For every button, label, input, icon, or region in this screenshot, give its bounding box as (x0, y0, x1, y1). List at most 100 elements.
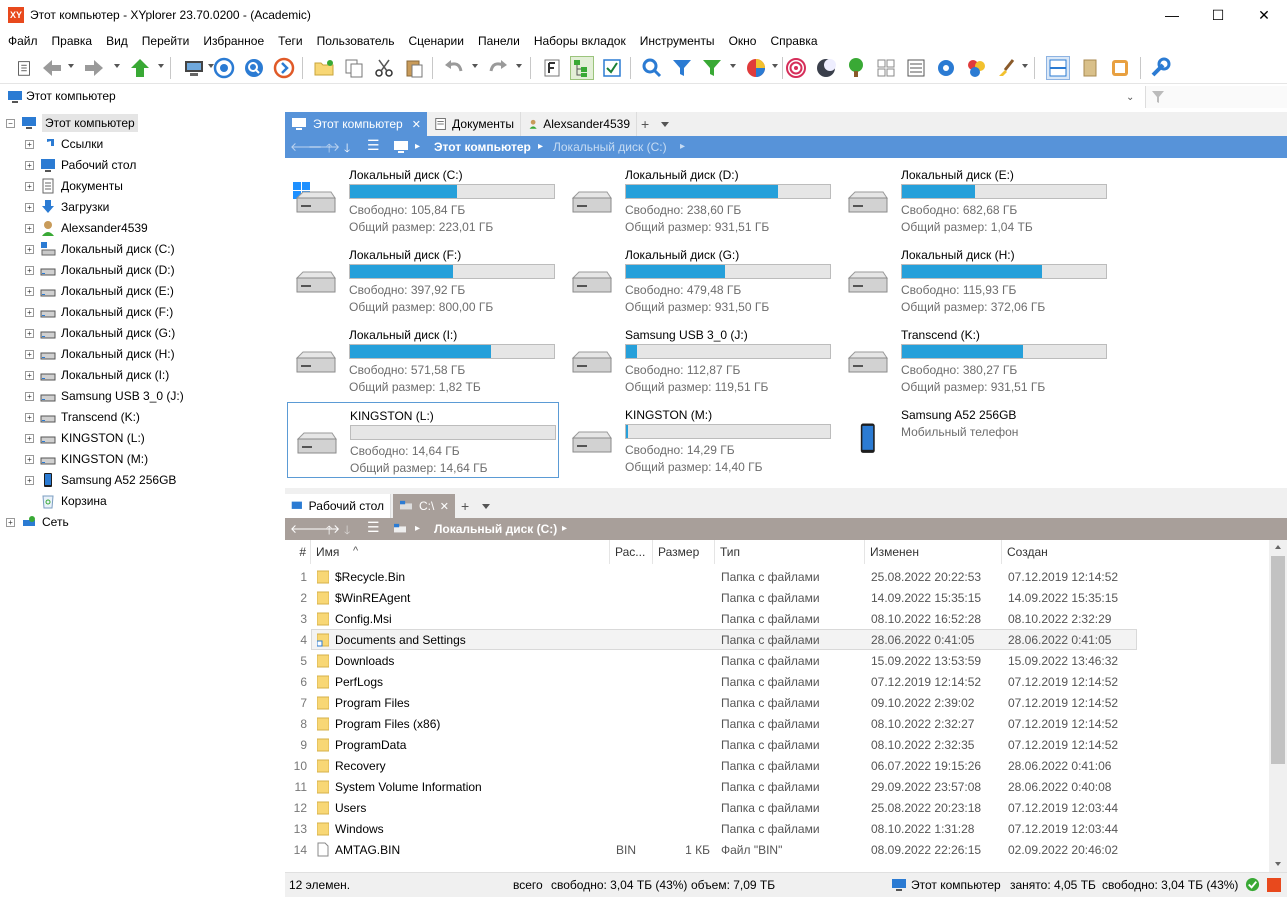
tree-item-label[interactable]: Alexsander4539 (61, 221, 148, 235)
new-folder-icon[interactable] (312, 56, 336, 80)
tree-item[interactable]: + Локальный диск (E:) (25, 281, 174, 301)
table-row[interactable]: 8 Program Files (x86) Папка с файлами 08.10… (285, 713, 1269, 734)
expand-icon[interactable]: + (25, 265, 34, 275)
bc-drive-c[interactable]: Локальный диск (C:) (434, 522, 557, 536)
table-row[interactable]: 10 Recovery Папка с файлами 06.07.2022 19:1… (285, 755, 1269, 776)
search-icon[interactable] (640, 56, 664, 80)
tab-list-icon[interactable] (661, 122, 669, 127)
row-name[interactable]: Config.Msi (335, 612, 392, 626)
dark-mode-icon[interactable] (814, 56, 838, 80)
green-filter-icon[interactable] (700, 56, 724, 80)
row-name[interactable]: Downloads (335, 654, 394, 668)
tree-icon[interactable] (844, 56, 868, 80)
color-dots-icon[interactable] (964, 56, 988, 80)
tree-item[interactable]: + Локальный диск (H:) (25, 344, 175, 364)
expand-icon[interactable]: + (25, 328, 34, 338)
menu-help[interactable]: Справка (770, 34, 817, 48)
address-bar[interactable] (0, 86, 1143, 108)
close-tab-icon[interactable]: ✕ (412, 118, 421, 131)
bc-menu-icon[interactable]: ☰ (367, 519, 380, 536)
tree-item-label[interactable]: KINGSTON (L:) (61, 431, 145, 445)
tree-item-label[interactable]: Локальный диск (G:) (61, 326, 175, 340)
target-icon[interactable] (212, 56, 236, 80)
menu-go[interactable]: Перейти (142, 34, 190, 48)
menu-view[interactable]: Вид (106, 34, 128, 48)
tree-item[interactable]: + Локальный диск (D:) (25, 260, 175, 280)
tree-item-label[interactable]: Samsung A52 256GB (61, 473, 176, 487)
dual-pane-icon[interactable] (1046, 56, 1070, 80)
row-name[interactable]: $WinREAgent (335, 591, 410, 605)
table-row[interactable]: 5 Downloads Папка с файлами 15.09.2022 13:5… (285, 650, 1269, 671)
table-row[interactable]: 2 $WinREAgent Папка с файлами 14.09.2022 15… (285, 587, 1269, 608)
go-circle-icon[interactable] (272, 56, 296, 80)
checkbox-icon[interactable] (600, 56, 624, 80)
row-name[interactable]: Recovery (335, 759, 386, 773)
tab-documents[interactable]: Документы (429, 112, 521, 136)
row-name[interactable]: Program Files (x86) (335, 717, 440, 731)
row-name[interactable]: PerfLogs (335, 675, 383, 689)
col-index[interactable]: # (285, 540, 311, 564)
menu-user[interactable]: Пользователь (317, 34, 395, 48)
tree-item[interactable]: + Samsung USB 3_0 (J:) (25, 386, 184, 406)
menu-edit[interactable]: Правка (52, 34, 93, 48)
close-tab-icon[interactable]: ✕ (440, 500, 449, 513)
col-created[interactable]: Создан (1002, 540, 1137, 564)
expand-icon[interactable]: + (25, 181, 34, 191)
table-row[interactable]: 1 $Recycle.Bin Папка с файлами 25.08.2022 2… (285, 566, 1269, 587)
tree-item-label[interactable]: Локальный диск (I:) (61, 368, 169, 382)
row-name[interactable]: ProgramData (335, 738, 406, 752)
tab-desktop[interactable]: Рабочий стол (285, 494, 391, 518)
drive-tile[interactable]: Transcend (K:) Свободно: 380,27 ГБ Общий р… (839, 322, 1111, 398)
tree-network[interactable]: + Сеть (6, 512, 69, 532)
address-text[interactable]: Этот компьютер (26, 89, 116, 103)
bc-forward-icon[interactable]: 🡒 (308, 521, 340, 536)
close-button[interactable]: ✕ (1241, 0, 1287, 31)
tree-item[interactable]: + Рабочий стол (25, 155, 136, 175)
tree-item[interactable]: + Ссылки (25, 134, 103, 154)
tree-item[interactable]: + Локальный диск (F:) (25, 302, 173, 322)
back-icon[interactable] (40, 56, 64, 80)
menu-favorites[interactable]: Избранное (203, 34, 264, 48)
tree-item[interactable]: + Локальный диск (G:) (25, 323, 175, 343)
tree-item[interactable]: + Документы (25, 176, 123, 196)
info-panel-icon[interactable] (1108, 56, 1132, 80)
copy-icon[interactable] (342, 56, 366, 80)
expand-icon[interactable]: + (25, 475, 34, 485)
expand-icon[interactable]: + (25, 244, 34, 254)
expand-icon[interactable]: + (25, 454, 34, 464)
scroll-down-icon[interactable] (1275, 862, 1281, 866)
tab-this-pc[interactable]: Этот компьютер ✕ (285, 112, 427, 136)
drive-tile[interactable]: Локальный диск (E:) Свободно: 682,68 ГБ Об… (839, 162, 1111, 238)
computer-icon[interactable] (182, 56, 206, 80)
row-name[interactable]: $Recycle.Bin (335, 570, 405, 584)
menu-scripts[interactable]: Сценарии (408, 34, 463, 48)
tree-view-icon[interactable] (570, 56, 594, 80)
tree-item[interactable]: + Transcend (K:) (25, 407, 140, 427)
forward-icon[interactable] (82, 56, 106, 80)
menu-tools[interactable]: Инструменты (640, 34, 715, 48)
row-name[interactable]: Documents and Settings (335, 633, 466, 647)
expand-icon[interactable]: + (25, 307, 34, 317)
tree-item[interactable]: + KINGSTON (M:) (25, 449, 148, 469)
tree-item-label[interactable]: Локальный диск (C:) (61, 242, 175, 256)
app-status-icon[interactable] (1267, 878, 1281, 892)
minimize-button[interactable]: — (1149, 0, 1195, 31)
row-name[interactable]: System Volume Information (335, 780, 482, 794)
tree-item-label[interactable]: Загрузки (61, 200, 109, 214)
tree-item-label[interactable]: Корзина (61, 494, 107, 508)
find-circle-icon[interactable] (242, 56, 266, 80)
col-ext[interactable]: Рас... (610, 540, 653, 564)
menu-tabsets[interactable]: Наборы вкладок (534, 34, 626, 48)
bc-drive-c[interactable]: Локальный диск (C:) (553, 140, 667, 154)
tree-item[interactable]: + Локальный диск (C:) (25, 239, 175, 259)
expand-icon[interactable]: + (25, 160, 34, 170)
scroll-thumb[interactable] (1271, 556, 1285, 764)
row-name[interactable]: AMTAG.BIN (335, 843, 400, 857)
table-row[interactable]: 4 Documents and Settings Папка с файлами 28… (285, 629, 1269, 650)
bc-down-icon[interactable]: 🡓 (344, 139, 350, 160)
tree-item-label[interactable]: Локальный диск (H:) (61, 347, 175, 361)
table-row[interactable]: 6 PerfLogs Папка с файлами 07.12.2019 12:14… (285, 671, 1269, 692)
bc-this-pc[interactable]: Этот компьютер (434, 140, 531, 154)
table-row[interactable]: 11 System Volume Information Папка с файла… (285, 776, 1269, 797)
color-pie-icon[interactable] (744, 56, 768, 80)
